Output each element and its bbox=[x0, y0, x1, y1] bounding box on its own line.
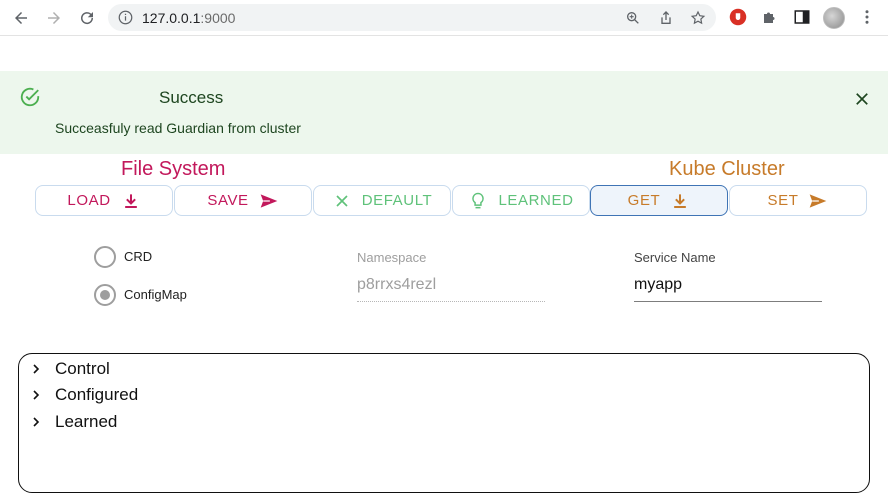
info-icon[interactable] bbox=[118, 10, 133, 25]
configmap-radio[interactable] bbox=[94, 284, 116, 306]
menu-icon[interactable] bbox=[858, 8, 876, 26]
crd-label: CRD bbox=[124, 249, 153, 264]
tree-item-control[interactable]: Control bbox=[31, 359, 110, 379]
download-icon bbox=[674, 193, 687, 208]
tree-item-label: Learned bbox=[55, 412, 118, 431]
service-name-label: Service Name bbox=[634, 250, 716, 265]
profile-avatar[interactable] bbox=[823, 7, 845, 29]
config-tree: Control Configured Learned bbox=[18, 353, 870, 493]
save-label: SAVE bbox=[207, 192, 249, 209]
kube-cluster-title: Kube Cluster bbox=[669, 158, 785, 180]
success-alert bbox=[0, 71, 888, 154]
alert-title: Success bbox=[159, 88, 224, 107]
close-x-icon bbox=[336, 194, 348, 207]
download-icon bbox=[124, 193, 137, 208]
load-label: LOAD bbox=[67, 192, 111, 209]
learned-label: LEARNED bbox=[498, 192, 574, 209]
reload-icon[interactable] bbox=[75, 6, 99, 30]
chevron-right-icon bbox=[33, 417, 40, 427]
crd-radio[interactable] bbox=[94, 246, 116, 268]
learned-button[interactable]: LEARNED bbox=[452, 185, 590, 216]
set-button[interactable]: SET bbox=[729, 185, 867, 216]
side-panel-icon[interactable] bbox=[793, 8, 811, 26]
tree-item-label: Control bbox=[55, 359, 110, 378]
extensions-puzzle-icon[interactable] bbox=[761, 8, 779, 26]
send-icon bbox=[810, 193, 827, 208]
get-button[interactable]: GET bbox=[590, 185, 728, 216]
send-icon bbox=[260, 193, 277, 208]
browser-toolbar: 127.0.0.1:9000 bbox=[0, 0, 888, 36]
zoom-icon[interactable] bbox=[625, 10, 641, 26]
default-button[interactable]: DEFAULT bbox=[313, 185, 451, 216]
url-text: 127.0.0.1:9000 bbox=[142, 10, 236, 26]
share-icon[interactable] bbox=[658, 10, 674, 26]
get-label: GET bbox=[627, 192, 661, 209]
service-name-field[interactable]: myapp bbox=[634, 276, 822, 302]
chevron-right-icon bbox=[33, 390, 40, 400]
namespace-label: Namespace bbox=[357, 250, 427, 265]
set-label: SET bbox=[767, 192, 799, 209]
chevron-right-icon bbox=[33, 364, 40, 374]
back-icon[interactable] bbox=[9, 6, 33, 30]
shield-extension-icon[interactable] bbox=[729, 8, 747, 26]
save-button[interactable]: SAVE bbox=[174, 185, 312, 216]
tree-item-configured[interactable]: Configured bbox=[31, 385, 138, 405]
default-label: DEFAULT bbox=[361, 192, 433, 209]
forward-icon[interactable] bbox=[42, 6, 66, 30]
close-icon[interactable] bbox=[853, 90, 871, 108]
configmap-label: ConfigMap bbox=[124, 287, 187, 302]
address-bar[interactable]: 127.0.0.1:9000 bbox=[108, 4, 716, 31]
load-button[interactable]: LOAD bbox=[35, 185, 173, 216]
tree-item-learned[interactable]: Learned bbox=[31, 412, 117, 432]
star-icon[interactable] bbox=[690, 10, 706, 26]
namespace-field[interactable]: p8rrxs4rezl bbox=[357, 276, 545, 302]
alert-message: Succeasfuly read Guardian from cluster bbox=[55, 120, 301, 136]
file-system-title: File System bbox=[121, 158, 226, 180]
tree-item-label: Configured bbox=[55, 385, 139, 404]
lightbulb-icon bbox=[472, 192, 485, 208]
success-check-icon bbox=[20, 87, 40, 107]
